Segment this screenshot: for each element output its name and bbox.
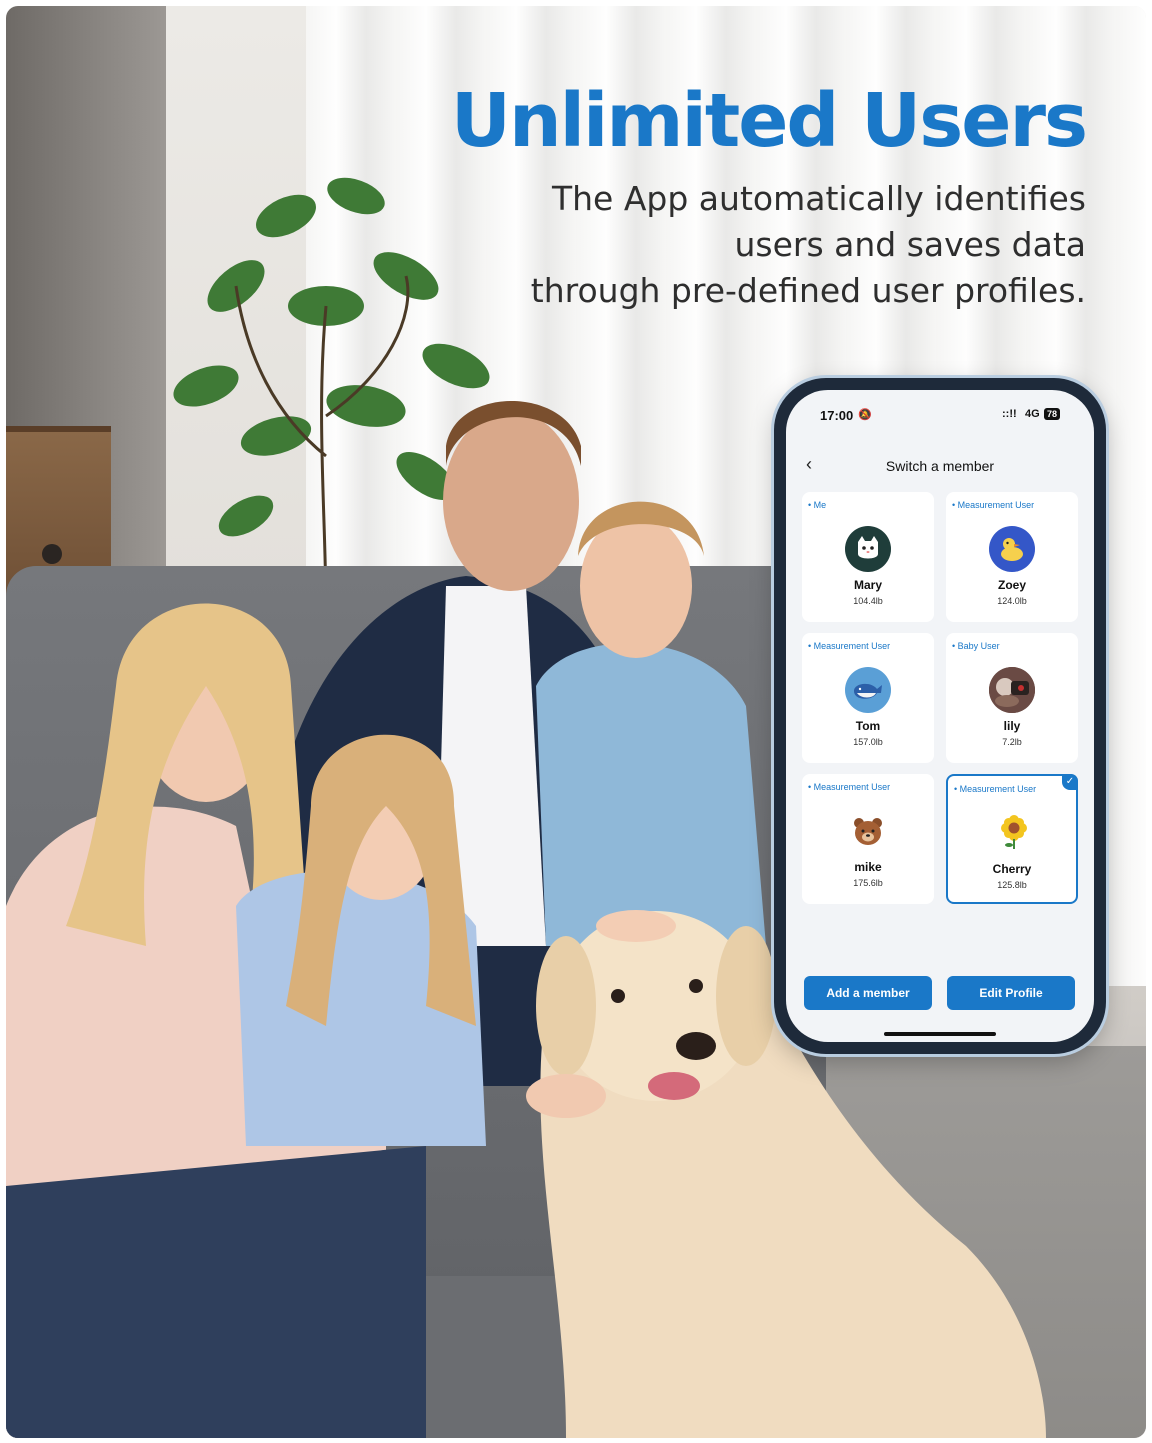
bell-slash-icon: 🔕 — [858, 409, 872, 421]
screen-title: Switch a member — [885, 458, 995, 474]
member-card-lily[interactable]: Baby User lily 7.2lb — [946, 633, 1078, 763]
photo-scene: Unlimited Users The App automatically id… — [6, 6, 1146, 1438]
member-name: Tom — [855, 719, 881, 733]
member-card-mary[interactable]: Me Mary 104.4lb — [802, 492, 934, 622]
member-type-label: Measurement User — [808, 782, 891, 792]
battery-icon: 78 — [1044, 408, 1061, 420]
member-card-cherry[interactable]: ✓ Measurement User Cherry 125.8lb — [946, 774, 1078, 904]
member-weight: 157.0lb — [853, 737, 883, 747]
member-card-zoey[interactable]: Measurement User Zoey 124.0lb — [946, 492, 1078, 622]
member-type-label: Measurement User — [954, 784, 1037, 794]
member-type-label: Measurement User — [952, 500, 1035, 510]
member-weight: 125.8lb — [997, 880, 1027, 890]
phone-screen: 17:00 🔕 ::!! 4G 78 ‹ Switch a member Me … — [786, 390, 1094, 1042]
nav-bar: ‹ Switch a member — [786, 450, 1094, 480]
signal-icon: ::!! — [1002, 408, 1017, 420]
member-card-tom[interactable]: Measurement User Tom 157.0lb — [802, 633, 934, 763]
add-member-button[interactable]: Add a member — [804, 976, 932, 1010]
subtitle-line: The App automatically identifies — [551, 179, 1086, 218]
network-label: 4G — [1025, 408, 1040, 420]
member-type-label: Measurement User — [808, 641, 891, 651]
status-bar: 17:00 🔕 ::!! 4G 78 — [786, 390, 1094, 440]
member-name: lily — [1003, 719, 1021, 733]
member-weight: 175.6lb — [853, 878, 883, 888]
member-name: Mary — [853, 578, 882, 592]
subtitle-line: users and saves data — [734, 225, 1087, 264]
whale-icon — [845, 667, 891, 713]
member-weight: 124.0lb — [997, 596, 1027, 606]
member-weight: 7.2lb — [1002, 737, 1022, 747]
edit-profile-button[interactable]: Edit Profile — [947, 976, 1075, 1010]
subtitle-line: through pre-defined user profiles. — [530, 271, 1086, 310]
sunflower-icon — [991, 810, 1037, 856]
phone-mockup: 17:00 🔕 ::!! 4G 78 ‹ Switch a member Me … — [774, 378, 1106, 1054]
photo-avatar — [989, 667, 1035, 713]
checkmark-icon: ✓ — [1062, 774, 1078, 790]
home-indicator — [884, 1032, 996, 1036]
member-type-label: Baby User — [952, 641, 1000, 651]
status-time: 17:00 — [820, 408, 854, 423]
member-name: Cherry — [992, 862, 1032, 876]
member-name: mike — [854, 860, 882, 874]
bear-icon — [845, 808, 891, 854]
member-card-mike[interactable]: Measurement User mike 175.6lb — [802, 774, 934, 904]
member-type-label: Me — [808, 500, 827, 510]
page-title: Unlimited Users — [450, 78, 1088, 164]
cat-icon — [845, 526, 891, 572]
member-name: Zoey — [997, 578, 1026, 592]
member-weight: 104.4lb — [853, 596, 883, 606]
page-subtitle: The App automatically identifies users a… — [466, 176, 1086, 314]
duck-icon — [989, 526, 1035, 572]
